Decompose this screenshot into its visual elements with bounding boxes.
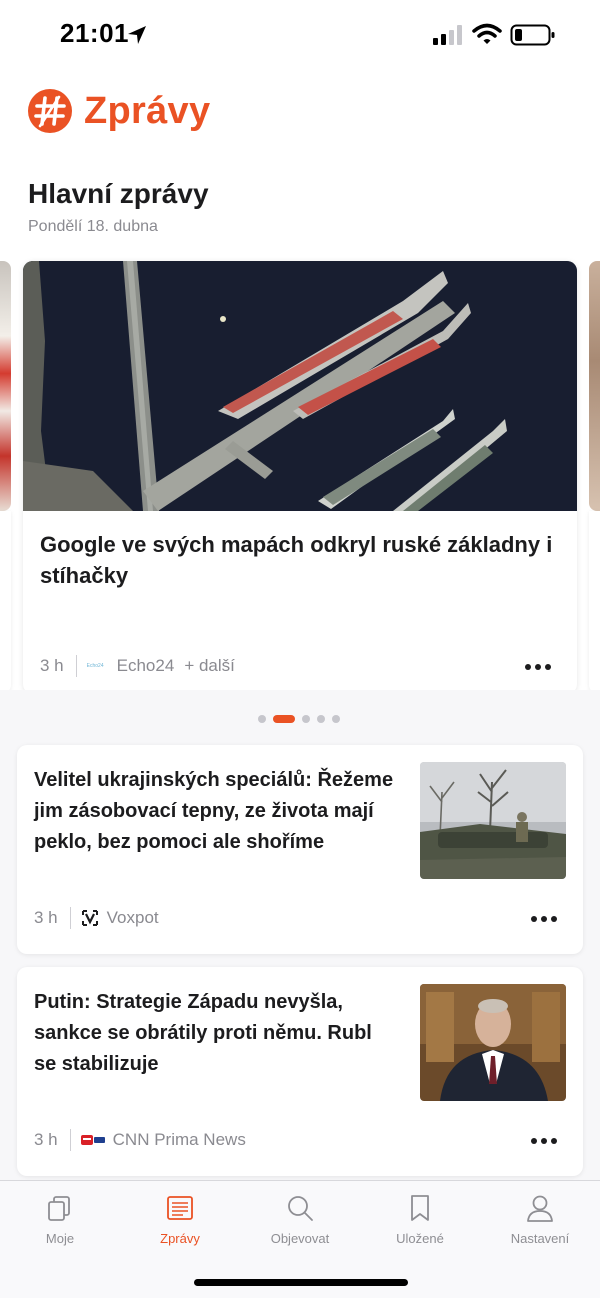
location-arrow-icon (128, 26, 146, 44)
article-card[interactable]: Velitel ukrajinských speciálů: Řežeme ji… (17, 745, 583, 954)
bookmark-icon (411, 1195, 429, 1221)
article-card[interactable]: Putin: Strategie Západu nevyšla, sankce … (17, 967, 583, 1176)
hero-age: 3 h (40, 656, 64, 675)
tab-nastaveni[interactable]: Nastavení (480, 1193, 600, 1255)
section-title: Hlavní zprávy (28, 178, 209, 209)
page-dot-active[interactable] (273, 715, 295, 723)
tab-label: Zprávy (160, 1231, 200, 1246)
tab-label: Moje (45, 1231, 75, 1246)
article-headline[interactable]: Velitel ukrajinských speciálů: Řežeme ji… (34, 765, 399, 858)
more-dot (535, 664, 541, 670)
wifi-icon (472, 23, 502, 44)
page-dot[interactable] (258, 715, 266, 723)
previous-story-peek[interactable] (0, 261, 11, 511)
more-dot (541, 916, 547, 922)
more-dot (545, 664, 551, 670)
article-thumbnail (420, 984, 566, 1101)
page-dot[interactable] (302, 715, 310, 723)
app-header: Zprávy (28, 88, 210, 134)
tab-label: Nastavení (510, 1231, 570, 1246)
battery-icon (510, 24, 555, 46)
article-age: 3 h (34, 908, 58, 927)
article-source[interactable]: CNN Prima News (113, 1130, 246, 1150)
page-dot[interactable] (332, 715, 340, 723)
hero-story-card[interactable]: Google ve svých mapách odkryl ruské zákl… (23, 261, 577, 694)
cellular-signal-icon (433, 25, 462, 45)
article-thumbnail (420, 762, 566, 879)
hero-more-button[interactable] (525, 657, 551, 677)
hero-image (23, 261, 577, 511)
cnn-prima-news-logo-icon (80, 1135, 105, 1145)
app-title: Zprávy (84, 89, 211, 132)
article-more-button[interactable] (531, 1131, 557, 1151)
voxpot-logo-icon (81, 910, 98, 926)
hero-source[interactable]: Echo24 (117, 656, 175, 676)
home-indicator[interactable] (194, 1279, 408, 1286)
next-story-peek[interactable] (589, 261, 600, 511)
hero-headline[interactable]: Google ve svých mapách odkryl ruské zákl… (40, 529, 565, 591)
article-meta: 3 h Voxpot (34, 906, 159, 930)
article-source[interactable]: Voxpot (107, 908, 159, 928)
page-dot[interactable] (317, 715, 325, 723)
status-time: 21:01 (60, 18, 129, 48)
app-logo-icon (28, 89, 72, 133)
tab-ulozene[interactable]: Uložené (360, 1193, 480, 1255)
hero-meta: 3 h Echo24 Echo24 + další (40, 654, 235, 678)
more-dot (525, 664, 531, 670)
tab-label: Uložené (396, 1231, 444, 1246)
more-dot (531, 1138, 537, 1144)
meta-separator (69, 907, 71, 929)
echo24-logo-icon: Echo24 (86, 663, 104, 669)
status-bar: 21:01 (0, 0, 600, 70)
more-dot (531, 916, 537, 922)
person-icon (527, 1195, 553, 1222)
article-age: 3 h (34, 1130, 58, 1149)
section-date: Pondělí 18. dubna (28, 218, 158, 235)
previous-story-peek-body[interactable] (0, 511, 11, 693)
tab-zpravy[interactable]: Zprávy (120, 1193, 240, 1255)
tab-objevovat[interactable]: Objevovat (240, 1193, 360, 1255)
tab-label: Objevovat (270, 1231, 330, 1246)
article-more-button[interactable] (531, 909, 557, 929)
article-meta: 3 h CNN Prima News (34, 1128, 246, 1152)
newspaper-icon (167, 1196, 193, 1220)
more-dot (541, 1138, 547, 1144)
search-icon (288, 1196, 313, 1221)
stack-icon (48, 1196, 70, 1221)
next-story-peek-body[interactable] (589, 511, 600, 693)
more-dot (551, 916, 557, 922)
article-headline[interactable]: Putin: Strategie Západu nevyšla, sankce … (34, 987, 399, 1080)
meta-separator (69, 1129, 71, 1151)
carousel-page-indicator[interactable] (258, 715, 340, 723)
meta-separator (75, 655, 77, 677)
hero-more-sources[interactable]: + další (184, 656, 235, 676)
tab-moje[interactable]: Moje (0, 1193, 120, 1255)
more-dot (551, 1138, 557, 1144)
